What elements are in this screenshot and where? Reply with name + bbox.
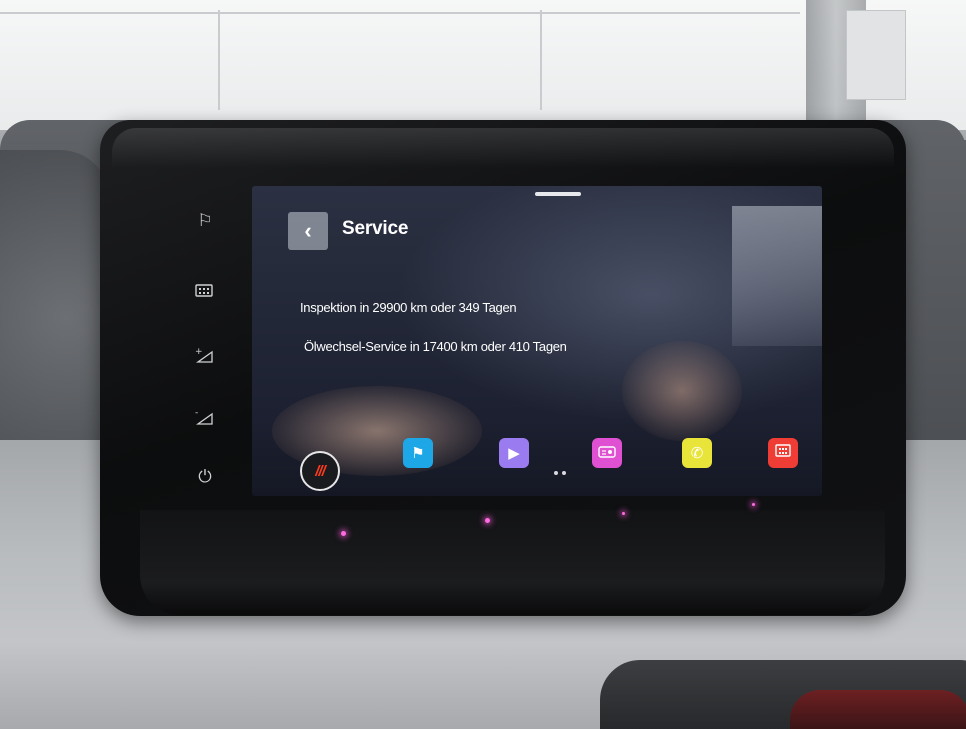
wall-box xyxy=(846,10,906,100)
window-frame xyxy=(540,10,542,110)
page-indicator-dot xyxy=(554,471,558,475)
nav-hard-key[interactable]: ⚐ xyxy=(188,206,222,236)
ambient-led xyxy=(341,531,346,536)
volume-up-hard-key[interactable]: + xyxy=(188,342,222,372)
svg-text:+: + xyxy=(195,347,203,357)
bezel-gloss xyxy=(112,128,894,168)
radio-icon xyxy=(598,444,616,462)
svg-text:-: - xyxy=(195,408,198,418)
phone-icon: ✆ xyxy=(690,444,704,462)
keypad-icon xyxy=(195,283,215,304)
window-frame xyxy=(0,12,800,14)
dock-media-button[interactable]: ▶ xyxy=(499,438,529,468)
back-button[interactable]: ‹ xyxy=(288,212,328,250)
window-reflection xyxy=(732,206,822,346)
infotainment-screen: ‹ Service Inspektion in 29900 km oder 34… xyxy=(252,186,822,496)
power-icon: ⏻ xyxy=(198,467,212,487)
dock-navigation-button[interactable]: ⚑ xyxy=(403,438,433,468)
volume-up-icon: + xyxy=(194,346,216,369)
background-wall xyxy=(0,0,966,130)
page-title: Service xyxy=(342,218,409,239)
ambient-led xyxy=(622,512,625,515)
volume-down-hard-key[interactable]: - xyxy=(188,404,222,434)
play-icon: ▶ xyxy=(508,444,520,462)
flag-icon: ⚐ xyxy=(197,211,213,231)
head-unit-lower-bezel xyxy=(140,510,885,615)
ambient-led xyxy=(752,503,755,506)
dock-phone-button[interactable]: ✆ xyxy=(682,438,712,468)
flag-icon: ⚑ xyxy=(411,444,425,462)
hand-reflection xyxy=(622,341,742,441)
car-menu-hard-key[interactable] xyxy=(188,278,222,308)
inspection-service-item: Inspektion in 29900 km oder 349 Tagen xyxy=(300,300,517,315)
car-dashboard-photo: ⚐ + - ⏻ ‹ Service Inspektion in 29900 km… xyxy=(0,0,966,729)
page-indicator-dot xyxy=(562,471,566,475)
ambient-led xyxy=(485,518,490,523)
dock-vehicle-button[interactable] xyxy=(768,438,798,468)
dock-radio-button[interactable] xyxy=(592,438,622,468)
chevron-left-icon: ‹ xyxy=(304,218,312,243)
power-hard-key[interactable]: ⏻ xyxy=(188,462,222,492)
air-vent-accent xyxy=(790,690,966,729)
brand-logo-icon: /// xyxy=(315,462,325,480)
oil-change-service-item: Ölwechsel-Service in 17400 km oder 410 T… xyxy=(304,339,567,354)
window-frame xyxy=(218,10,220,110)
home-button[interactable]: /// xyxy=(300,451,340,491)
pull-down-handle[interactable] xyxy=(535,192,581,196)
volume-down-icon: - xyxy=(194,408,216,431)
car-settings-icon xyxy=(774,443,792,463)
